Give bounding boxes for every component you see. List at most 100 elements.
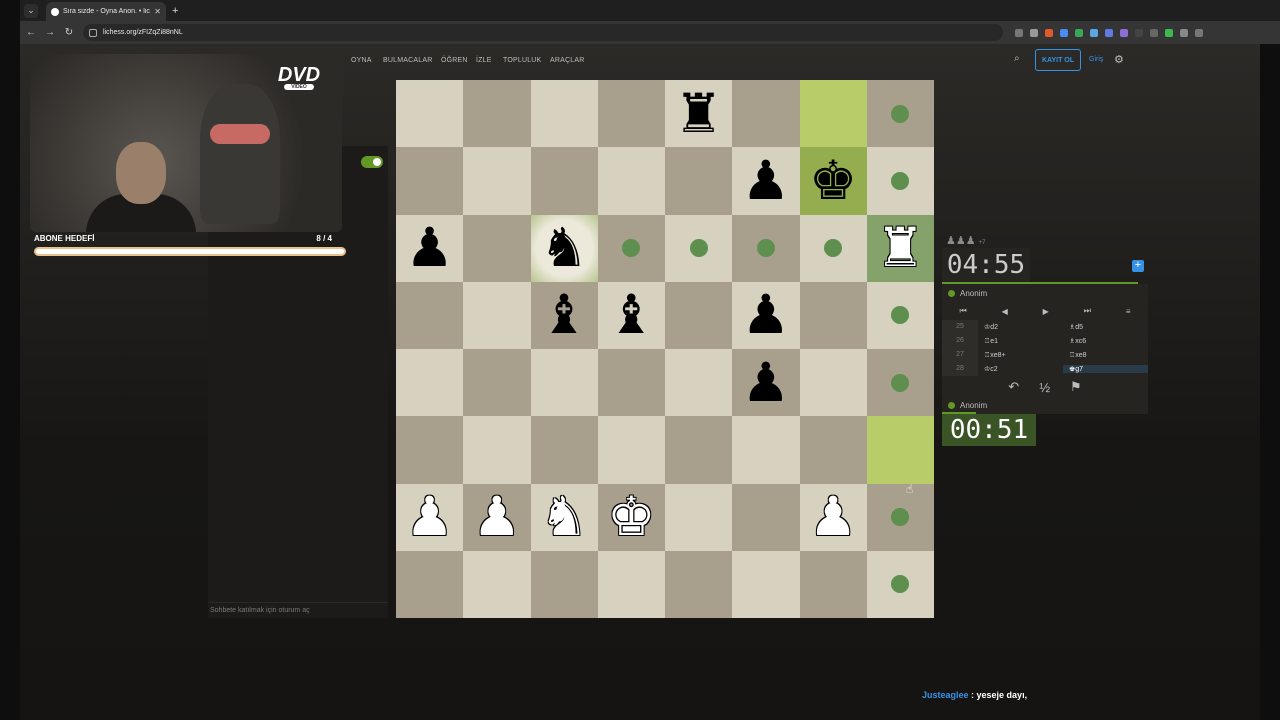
reload-icon[interactable]: ↻	[61, 27, 77, 38]
square-g6[interactable]	[799, 214, 867, 282]
square-b5[interactable]	[463, 281, 531, 349]
square-c2[interactable]: ♞	[530, 483, 598, 551]
white-pawn-icon[interactable]: ♟	[405, 490, 453, 544]
black-rook-icon[interactable]: ♜	[674, 86, 722, 141]
extension-icon[interactable]	[1180, 28, 1188, 37]
site-info-icon[interactable]	[89, 28, 97, 37]
square-c8[interactable]	[530, 80, 598, 148]
next-move-icon[interactable]: ▶	[1043, 307, 1049, 316]
square-e8[interactable]: ♜	[665, 80, 733, 148]
resign-flag-icon[interactable]: ⚑	[1070, 379, 1082, 395]
square-g7[interactable]: ♚	[799, 147, 867, 215]
square-e6[interactable]	[665, 214, 733, 282]
square-d5[interactable]: ♝	[597, 281, 665, 349]
legal-move-dot[interactable]	[824, 239, 843, 258]
white-move[interactable]: ♔d2	[978, 323, 1063, 331]
square-h8[interactable]	[866, 80, 934, 148]
extension-icon[interactable]	[1090, 28, 1098, 37]
square-g8[interactable]	[799, 80, 867, 148]
square-e7[interactable]	[665, 147, 733, 215]
square-f1[interactable]	[732, 550, 800, 618]
square-g2[interactable]: ♟	[799, 483, 867, 551]
square-h7[interactable]	[866, 147, 934, 215]
nav-watch[interactable]: İZLE	[476, 57, 492, 64]
square-f3[interactable]	[732, 416, 800, 484]
square-d3[interactable]	[597, 416, 665, 484]
square-g3[interactable]	[799, 416, 867, 484]
square-d8[interactable]	[597, 80, 665, 148]
black-bishop-icon[interactable]: ♝	[607, 288, 655, 342]
square-a6[interactable]: ♟	[396, 214, 464, 282]
square-d2[interactable]: ♚	[597, 483, 665, 551]
new-tab-button[interactable]: +	[172, 5, 178, 17]
legal-move-dot[interactable]	[891, 171, 910, 190]
login-link[interactable]: Giriş	[1089, 56, 1103, 63]
forward-icon[interactable]: →	[42, 27, 58, 38]
address-bar[interactable]: lichess.org/zFIZqZi88nNL	[83, 24, 1003, 41]
black-move[interactable]: ♚g7	[1063, 365, 1148, 373]
takeback-icon[interactable]: ↶	[1008, 379, 1019, 395]
square-a1[interactable]	[396, 550, 464, 618]
extension-icon[interactable]	[1135, 28, 1143, 37]
black-pawn-icon[interactable]: ♟	[742, 153, 790, 208]
menu-icon[interactable]	[1195, 28, 1203, 37]
prev-move-icon[interactable]: ◀	[1002, 307, 1008, 316]
black-pawn-icon[interactable]: ♟	[742, 355, 790, 410]
chess-board[interactable]: ♜ ♟ ♚ ♟ ♞ ♜ ♝ ♝ ♟ ♟ ♟ ♟ ♞ ♚ ♟	[396, 80, 934, 618]
chat-toggle[interactable]	[361, 156, 383, 168]
square-h4[interactable]	[866, 349, 934, 417]
square-c7[interactable]	[530, 147, 598, 215]
square-f4[interactable]: ♟	[732, 349, 800, 417]
gear-icon[interactable]: ⚙	[1114, 53, 1124, 66]
square-b1[interactable]	[463, 550, 531, 618]
nav-community[interactable]: TOPLULUK	[503, 57, 541, 64]
square-a5[interactable]	[396, 281, 464, 349]
square-h2[interactable]	[866, 483, 934, 551]
white-king-icon[interactable]: ♚	[607, 490, 655, 544]
menu-icon[interactable]: ≡	[1126, 307, 1131, 316]
black-move[interactable]: ♖xe8	[1063, 351, 1148, 359]
extension-icon[interactable]	[1150, 28, 1158, 37]
tab-search-icon[interactable]: ⌄	[24, 3, 38, 18]
first-move-icon[interactable]: ⏮	[959, 306, 966, 316]
square-b8[interactable]	[463, 80, 531, 148]
last-move-icon[interactable]: ⏭	[1084, 306, 1091, 316]
square-b7[interactable]	[463, 147, 531, 215]
square-f2[interactable]	[732, 483, 800, 551]
nav-puzzles[interactable]: BULMACALAR	[383, 57, 432, 64]
square-b2[interactable]: ♟	[463, 483, 531, 551]
white-move[interactable]: ♔c2	[978, 365, 1063, 373]
square-c6[interactable]: ♞	[530, 214, 598, 282]
white-move[interactable]: ♖e1	[978, 337, 1063, 345]
square-a7[interactable]	[396, 147, 464, 215]
square-d6[interactable]	[597, 214, 665, 282]
legal-move-dot[interactable]	[689, 239, 708, 258]
extension-icon[interactable]	[1045, 28, 1053, 37]
white-knight-icon[interactable]: ♞	[540, 490, 588, 544]
square-g1[interactable]	[799, 550, 867, 618]
legal-move-dot[interactable]	[756, 239, 775, 258]
black-move[interactable]: ♗xc6	[1063, 337, 1148, 345]
square-e5[interactable]	[665, 281, 733, 349]
black-bishop-icon[interactable]: ♝	[540, 288, 588, 342]
square-f7[interactable]: ♟	[732, 147, 800, 215]
square-e2[interactable]	[665, 483, 733, 551]
extension-icon[interactable]	[1120, 28, 1128, 37]
nav-play[interactable]: OYNA	[351, 57, 372, 64]
black-king-icon[interactable]: ♚	[809, 153, 857, 208]
square-c5[interactable]: ♝	[530, 281, 598, 349]
square-c4[interactable]	[530, 349, 598, 417]
signup-button[interactable]: KAYIT OL	[1035, 49, 1081, 71]
black-pawn-icon[interactable]: ♟	[742, 288, 790, 342]
square-c3[interactable]	[530, 416, 598, 484]
square-b6[interactable]	[463, 214, 531, 282]
square-f8[interactable]	[732, 80, 800, 148]
browser-tab[interactable]: Sıra sizde - Oyna Anon. • liches ✕	[46, 2, 166, 21]
square-g5[interactable]	[799, 281, 867, 349]
opponent-player[interactable]: Anonim	[942, 284, 1148, 302]
square-d7[interactable]	[597, 147, 665, 215]
legal-move-dot[interactable]	[891, 575, 910, 594]
square-h6[interactable]: ♜	[866, 214, 934, 282]
nav-tools[interactable]: ARAÇLAR	[550, 57, 584, 64]
extension-icon[interactable]	[1105, 28, 1113, 37]
